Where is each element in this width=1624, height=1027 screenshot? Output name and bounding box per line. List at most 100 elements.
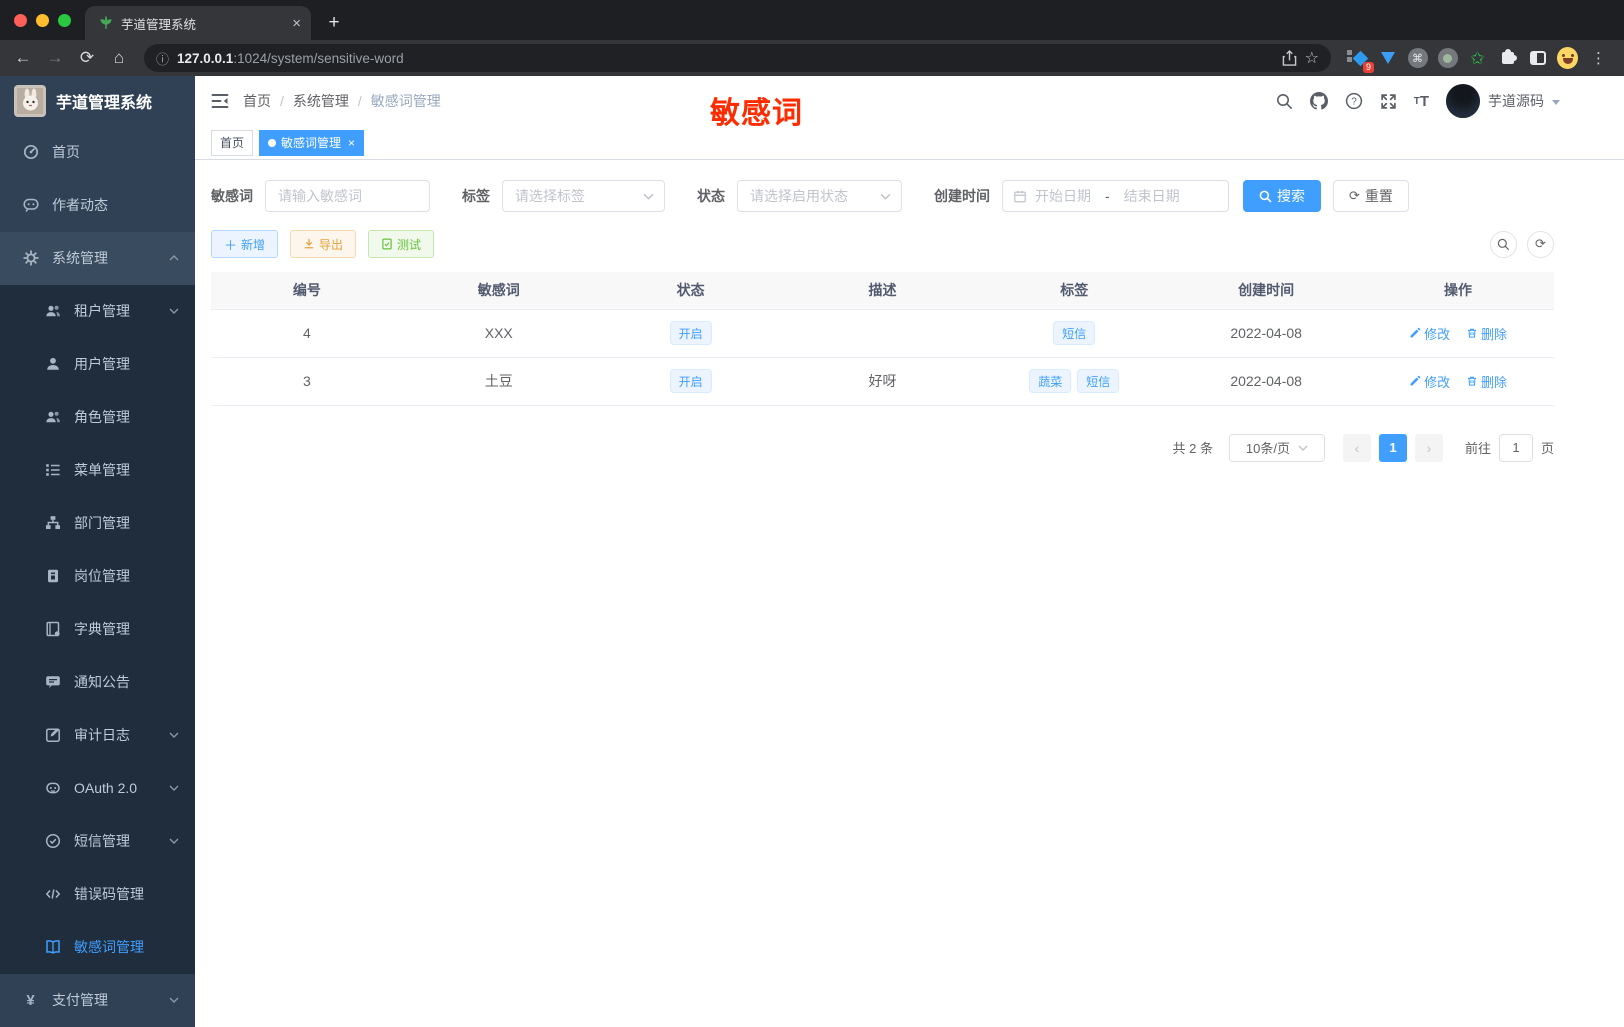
sidebar-item-sms[interactable]: 短信管理 (0, 815, 195, 868)
breadcrumb-section[interactable]: 系统管理 (293, 91, 349, 111)
sidebar-item-label: OAuth 2.0 (74, 780, 138, 797)
search-button[interactable]: 搜索 (1243, 180, 1321, 212)
hide-search-icon[interactable] (1490, 230, 1517, 258)
gear-icon (22, 250, 39, 266)
extensions-puzzle-icon[interactable] (1497, 48, 1518, 69)
app-logo-row[interactable]: 芋道管理系统 (0, 76, 195, 125)
tab-title: 芋道管理系统 (121, 17, 197, 32)
extension-green-star-icon[interactable]: ✩ (1467, 48, 1488, 69)
edit-link[interactable]: 修改 (1409, 372, 1450, 391)
browser-menu-icon[interactable]: ⋮ (1587, 49, 1610, 67)
side-panel-icon[interactable] (1527, 48, 1548, 69)
next-page-icon[interactable]: › (1414, 433, 1443, 462)
refresh-table-icon[interactable]: ⟳ (1527, 230, 1554, 258)
extension-dot-icon[interactable] (1437, 48, 1458, 69)
grid-dots (1347, 49, 1352, 64)
sidebar-item-post[interactable]: 岗位管理 (0, 550, 195, 603)
sidebar-item-user[interactable]: 用户管理 (0, 338, 195, 391)
prev-page-icon[interactable]: ‹ (1342, 433, 1371, 462)
profile-avatar-icon[interactable] (1557, 47, 1578, 69)
user-menu[interactable]: 芋道源码 (1446, 84, 1560, 118)
address-bar[interactable]: ⓘ 127.0.0.1:1024/system/sensitive-word ☆ (144, 44, 1331, 72)
sidebar-item-system-management[interactable]: 系统管理 (0, 231, 195, 285)
sidebar-item-department[interactable]: 部门管理 (0, 497, 195, 550)
app-title: 芋道管理系统 (56, 94, 153, 112)
back-icon[interactable]: ← (10, 45, 36, 71)
sidebar-item-menu[interactable]: 菜单管理 (0, 444, 195, 497)
robot-face-icon (44, 780, 61, 796)
chevron-down-icon (169, 838, 179, 845)
sidebar-item-sensitive-word[interactable]: 敏感词管理 (0, 921, 195, 974)
tag-close-icon[interactable]: × (348, 136, 355, 150)
extension-kite-icon[interactable] (1377, 48, 1398, 69)
cell-status: 开启 (594, 357, 787, 406)
sidebar-item-error-code[interactable]: 错误码管理 (0, 868, 195, 921)
delete-link[interactable]: 删除 (1466, 372, 1507, 391)
pagination: 共 2 条 10条/页 ‹ 1 › 前往 页 (211, 433, 1554, 462)
delete-link[interactable]: 删除 (1466, 324, 1507, 343)
edit-link[interactable]: 修改 (1409, 324, 1450, 343)
chevron-up-icon (169, 255, 179, 261)
page-number[interactable]: 1 (1378, 433, 1407, 462)
document-check-icon (382, 238, 392, 250)
maximize-window-button[interactable] (58, 13, 71, 27)
sidebar-item-label: 作者动态 (52, 197, 108, 214)
goto-page-input[interactable] (1498, 433, 1533, 462)
browser-tab[interactable]: 芋道管理系统 × (85, 6, 311, 40)
github-icon[interactable] (1309, 92, 1328, 110)
font-size-icon[interactable]: TT (1414, 93, 1429, 110)
sidebar-item-oauth[interactable]: OAuth 2.0 (0, 762, 195, 815)
bookmark-star-icon[interactable]: ☆ (1305, 48, 1319, 68)
favicon-plant-icon (100, 16, 112, 29)
status-select[interactable]: 请选择启用状态 (737, 180, 902, 212)
sidebar-item-tenant[interactable]: 租户管理 (0, 285, 195, 338)
sidebar-item-dict[interactable]: 字典管理 (0, 603, 195, 656)
sidebar-item-notice[interactable]: 通知公告 (0, 656, 195, 709)
app-navbar: 首页 / 系统管理 / 敏感词管理 敏感词 ? TT 芋道源码 (195, 76, 1624, 130)
forward-icon[interactable]: → (42, 45, 68, 71)
export-button[interactable]: 导出 (290, 230, 357, 258)
sidebar-item-author-news[interactable]: 作者动态 (0, 178, 195, 231)
code-icon (44, 886, 61, 902)
breadcrumb-home[interactable]: 首页 (243, 91, 271, 111)
col-id: 编号 (211, 272, 403, 310)
home-icon[interactable]: ⌂ (106, 45, 132, 71)
new-tab-button[interactable]: + (319, 8, 349, 38)
date-range-picker[interactable]: 开始日期 - 结束日期 (1002, 180, 1229, 212)
col-created: 创建时间 (1170, 272, 1363, 310)
chevron-down-icon (169, 785, 179, 792)
extension-grid-diamond-icon[interactable]: 9 (1347, 48, 1374, 73)
sidebar-item-role[interactable]: 角色管理 (0, 391, 195, 444)
plus-icon: ＋ (224, 237, 238, 253)
sidebar-item-label: 租户管理 (74, 303, 130, 320)
tag-home[interactable]: 首页 (211, 129, 254, 156)
add-button[interactable]: ＋ 新增 (211, 230, 279, 258)
col-word: 敏感词 (402, 272, 595, 310)
sidebar-collapse-icon[interactable] (211, 93, 229, 109)
red-annotation-text: 敏感词 (710, 97, 803, 130)
site-info-icon[interactable]: ⓘ (156, 49, 169, 68)
tab-close-icon[interactable]: × (292, 15, 301, 32)
sidebar-item-home[interactable]: 首页 (0, 125, 195, 178)
help-icon[interactable]: ? (1345, 92, 1363, 110)
pencil-icon (1410, 327, 1421, 338)
page-size-select[interactable]: 10条/页 (1228, 433, 1325, 462)
users-icon (44, 409, 61, 425)
tag-label: 标签 (462, 188, 490, 204)
table-tools: ⟳ (1490, 230, 1554, 258)
users-icon (44, 303, 61, 319)
sidebar-item-audit-log[interactable]: 审计日志 (0, 709, 195, 762)
header-search-icon[interactable] (1276, 93, 1293, 110)
extension-command-icon[interactable]: ⌘ (1407, 48, 1428, 69)
minimize-window-button[interactable] (36, 13, 49, 27)
reload-icon[interactable]: ⟳ (74, 45, 100, 71)
share-icon[interactable] (1282, 49, 1297, 67)
reset-button[interactable]: ⟳ 重置 (1333, 180, 1409, 212)
tag-select[interactable]: 请选择标签 (502, 180, 665, 212)
keyword-input[interactable] (266, 181, 429, 211)
test-button[interactable]: 测试 (368, 230, 435, 258)
tag-sensitive-word[interactable]: 敏感词管理 × (259, 129, 365, 156)
close-window-button[interactable] (14, 13, 27, 27)
sidebar-item-payment[interactable]: ¥ 支付管理 (0, 974, 195, 1027)
fullscreen-icon[interactable] (1380, 93, 1397, 110)
